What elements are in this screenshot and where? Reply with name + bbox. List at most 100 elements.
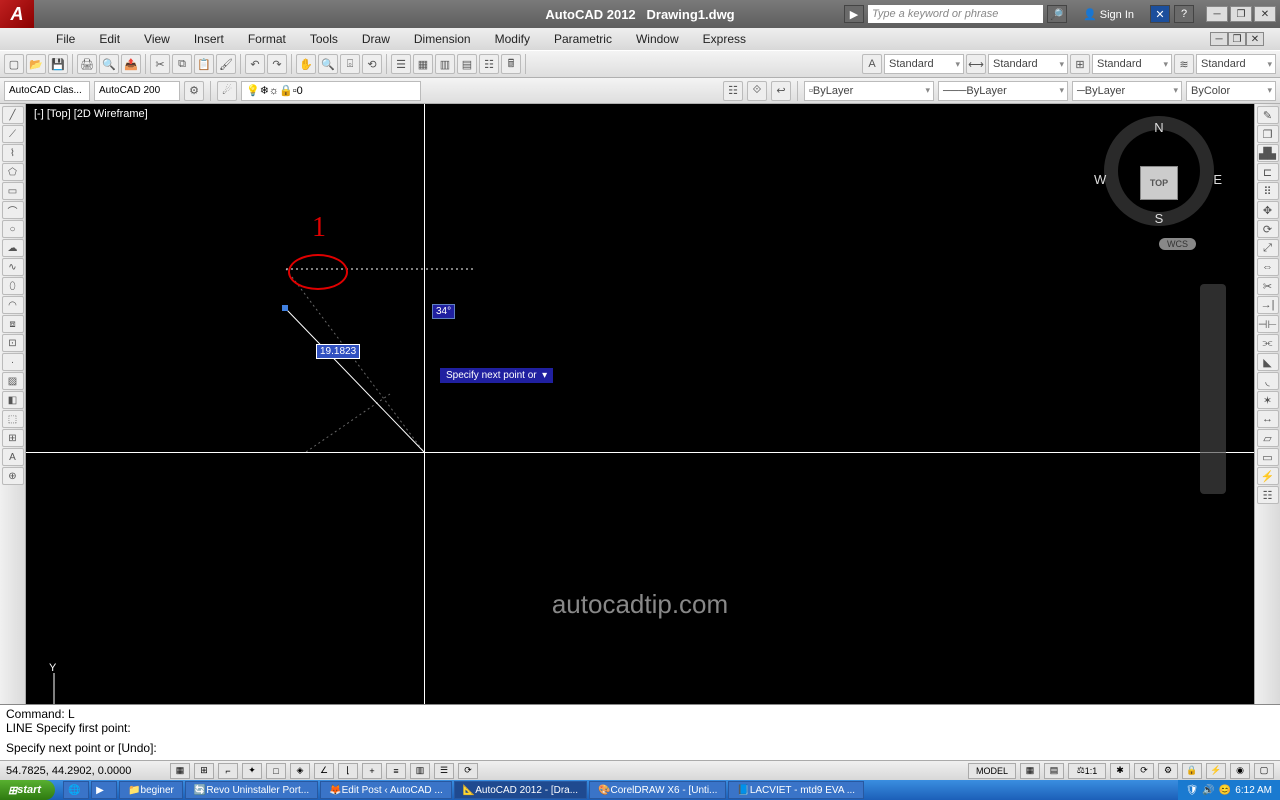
taskbar-item-revo[interactable]: 🔄 Revo Uninstaller Port...	[185, 781, 318, 799]
design-center-icon[interactable]: ▦	[413, 54, 433, 74]
polygon-icon[interactable]: ⬠	[2, 163, 24, 181]
maximize-button[interactable]: ❐	[1230, 6, 1252, 22]
anno-scale-select[interactable]: ⚖ 1:1	[1068, 763, 1106, 779]
mlstyle-icon[interactable]: ≋	[1174, 54, 1194, 74]
3dosnap-toggle[interactable]: ◈	[290, 763, 310, 779]
trim-icon[interactable]: ✂	[1257, 277, 1279, 295]
layer-manager-icon[interactable]: ☄	[217, 81, 237, 101]
close-button[interactable]: ✕	[1254, 6, 1276, 22]
viewcube[interactable]: N S E W TOP	[1104, 116, 1214, 226]
table-icon[interactable]: ⊞	[2, 429, 24, 447]
area-icon[interactable]: ▱	[1257, 429, 1279, 447]
color-select[interactable]: ▫ ByLayer	[804, 81, 934, 101]
anno-auto-icon[interactable]: ⟳	[1134, 763, 1154, 779]
revcloud-icon[interactable]: ☁	[2, 239, 24, 257]
quicklaunch-browser[interactable]: 🌐	[63, 781, 89, 799]
publish-icon[interactable]: 📤	[121, 54, 141, 74]
join-icon[interactable]: ⫘	[1257, 334, 1279, 352]
taskbar-item-editpost[interactable]: 🦊 Edit Post ‹ AutoCAD ...	[320, 781, 452, 799]
taskbar-item-beginer[interactable]: 📁 beginer	[119, 781, 183, 799]
paste-icon[interactable]: 📋	[194, 54, 214, 74]
save-icon[interactable]: 💾	[48, 54, 68, 74]
cut-icon[interactable]: ✂	[150, 54, 170, 74]
app-logo[interactable]: A	[0, 0, 34, 28]
tray-icon[interactable]: 🔊	[1202, 785, 1214, 796]
grid-toggle[interactable]: ⊞	[194, 763, 214, 779]
linetype-select[interactable]: ─── ByLayer	[938, 81, 1068, 101]
menu-modify[interactable]: Modify	[483, 32, 542, 46]
gradient-icon[interactable]: ◧	[2, 391, 24, 409]
new-icon[interactable]: ▢	[4, 54, 24, 74]
quickview-icon[interactable]: ▦	[1020, 763, 1040, 779]
open-icon[interactable]: 📂	[26, 54, 46, 74]
start-button[interactable]: ⊞ start	[0, 780, 55, 800]
polar-toggle[interactable]: ✦	[242, 763, 262, 779]
extend-icon[interactable]: →|	[1257, 296, 1279, 314]
menu-view[interactable]: View	[132, 32, 182, 46]
workspace-switch-icon[interactable]: ⚙	[1158, 763, 1178, 779]
tablestyle-icon[interactable]: ⊞	[1070, 54, 1090, 74]
sc-toggle[interactable]: ⟳	[458, 763, 478, 779]
move-icon[interactable]: ✥	[1257, 201, 1279, 219]
menu-file[interactable]: File	[44, 32, 87, 46]
hardware-accel-icon[interactable]: ⚡	[1206, 763, 1226, 779]
binoculars-icon[interactable]: 🔎	[1047, 5, 1067, 23]
viewcube-north[interactable]: N	[1154, 120, 1163, 135]
offset-icon[interactable]: ⊏	[1257, 163, 1279, 181]
drawing-canvas[interactable]: [-] [Top] [2D Wireframe] 1 19.1823 34° S…	[26, 104, 1254, 760]
navigation-bar[interactable]	[1200, 284, 1226, 494]
plotstyle-select[interactable]: ByColor	[1186, 81, 1276, 101]
menu-dimension[interactable]: Dimension	[402, 32, 483, 46]
anno-vis-icon[interactable]: ✱	[1110, 763, 1130, 779]
undo-icon[interactable]: ↶	[245, 54, 265, 74]
pline-icon[interactable]: ⌇	[2, 144, 24, 162]
ellipse-icon[interactable]: ⬯	[2, 277, 24, 295]
doc-minimize-button[interactable]: ─	[1210, 32, 1228, 46]
zoom-prev-icon[interactable]: ⟲	[362, 54, 382, 74]
zoom-window-icon[interactable]: ⌻	[340, 54, 360, 74]
menu-window[interactable]: Window	[624, 32, 691, 46]
spline-icon[interactable]: ∿	[2, 258, 24, 276]
ducs-toggle[interactable]: ⌊	[338, 763, 358, 779]
system-tray[interactable]: 🛡 🔊 😊 6:12 AM	[1178, 780, 1280, 800]
menu-tools[interactable]: Tools	[298, 32, 350, 46]
layer-select[interactable]: 💡❄☼🔒▫ 0	[241, 81, 421, 101]
menu-edit[interactable]: Edit	[87, 32, 132, 46]
menu-format[interactable]: Format	[236, 32, 298, 46]
dimstyle-icon[interactable]: ⟷	[966, 54, 986, 74]
qp-toggle[interactable]: ☰	[434, 763, 454, 779]
isolate-icon[interactable]: ◉	[1230, 763, 1250, 779]
taskbar-item-autocad[interactable]: 📐 AutoCAD 2012 - [Dra...	[454, 781, 587, 799]
tray-clock[interactable]: 6:12 AM	[1235, 785, 1272, 796]
minimize-button[interactable]: ─	[1206, 6, 1228, 22]
rotate-icon[interactable]: ⟳	[1257, 220, 1279, 238]
preview-icon[interactable]: 🔍	[99, 54, 119, 74]
snap-toggle[interactable]: ▦	[170, 763, 190, 779]
menu-insert[interactable]: Insert	[182, 32, 236, 46]
exchange-icon[interactable]: ✕	[1150, 5, 1170, 23]
quickview-dwg-icon[interactable]: ▤	[1044, 763, 1064, 779]
taskbar-item-corel[interactable]: 🎨 CorelDRAW X6 - [Unti...	[589, 781, 726, 799]
draworder-icon[interactable]: ☷	[1257, 486, 1279, 504]
search-input[interactable]: Type a keyword or phrase	[868, 5, 1043, 23]
insert-block-icon[interactable]: ⧈	[2, 315, 24, 333]
lineweight-select[interactable]: ─ ByLayer	[1072, 81, 1182, 101]
fillet-icon[interactable]: ◟	[1257, 372, 1279, 390]
command-line[interactable]: Command: L LINE Specify first point: Spe…	[0, 704, 1280, 760]
lwt-toggle[interactable]: ≡	[386, 763, 406, 779]
line-icon[interactable]: ╱	[2, 106, 24, 124]
tpy-toggle[interactable]: ▥	[410, 763, 430, 779]
array-icon[interactable]: ⠿	[1257, 182, 1279, 200]
break-icon[interactable]: ⊣⊢	[1257, 315, 1279, 333]
properties-icon[interactable]: ☰	[391, 54, 411, 74]
rectangle-icon[interactable]: ▭	[2, 182, 24, 200]
print-icon[interactable]: 🖨	[77, 54, 97, 74]
dyn-toggle[interactable]: +	[362, 763, 382, 779]
mtext-icon[interactable]: A	[2, 448, 24, 466]
zoom-icon[interactable]: 🔍	[318, 54, 338, 74]
viewcube-west[interactable]: W	[1094, 172, 1106, 187]
ellipse-arc-icon[interactable]: ◠	[2, 296, 24, 314]
xline-icon[interactable]: ⟋	[2, 125, 24, 143]
markup-icon[interactable]: ☷	[479, 54, 499, 74]
coord-system-badge[interactable]: WCS	[1159, 238, 1196, 250]
